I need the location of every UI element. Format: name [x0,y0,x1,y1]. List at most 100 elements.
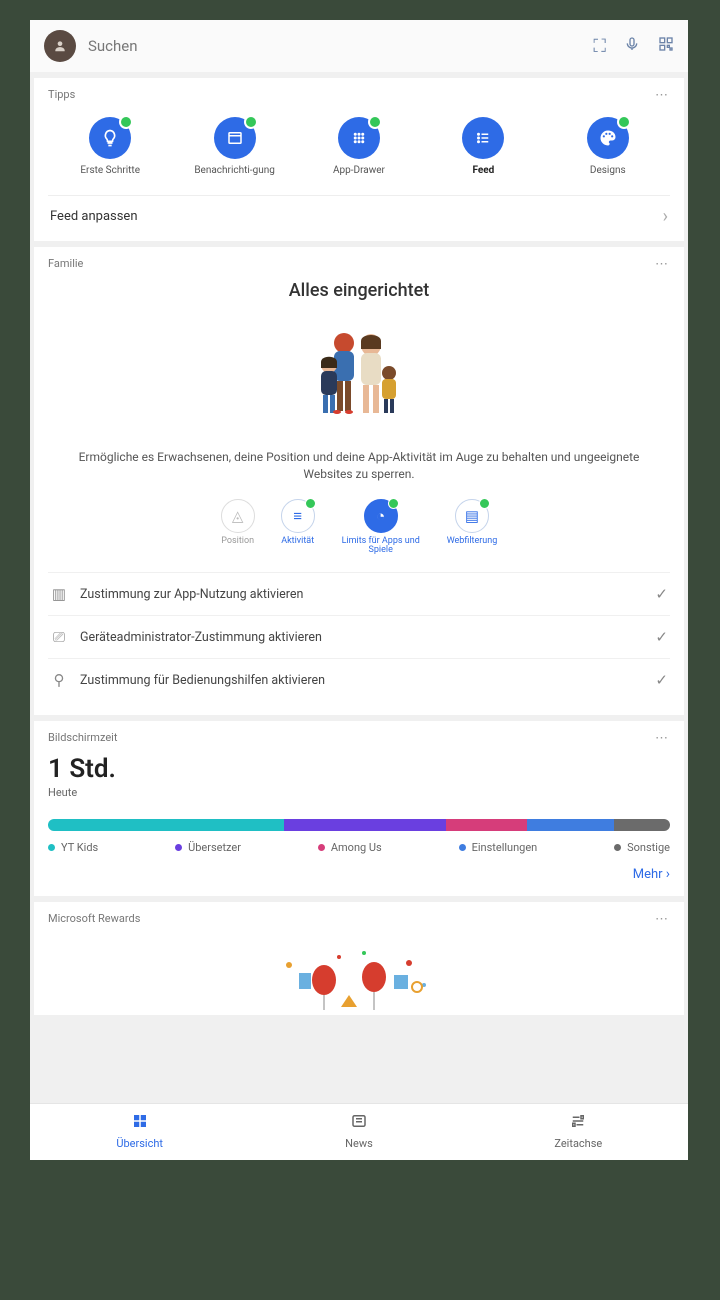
family-feature-item[interactable]: ◔ Limits für Apps und Spiele [341,499,421,557]
check-badge-icon [617,115,631,129]
grid-icon [338,117,380,159]
nav-icon [569,1112,587,1135]
check-badge-icon [479,498,490,509]
consent-row[interactable]: ⎚ Geräteadministrator-Zustimmung aktivie… [48,615,670,658]
family-feature-label: Webfilterung [447,537,498,547]
bulb-icon [89,117,131,159]
mic-icon[interactable] [624,36,640,57]
rewards-illustration [48,935,670,1015]
check-icon: ✓ [655,671,668,689]
legend-dot-icon [175,844,182,851]
list-icon [462,117,504,159]
bottom-nav: Übersicht News Zeitachse [30,1103,688,1160]
bar-segment [48,819,284,831]
card-menu-icon[interactable]: ⋯ [655,912,670,927]
family-feature-item[interactable]: ◬ Position [221,499,255,557]
nav-icon [350,1112,368,1135]
rewards-card: Microsoft Rewards ⋯ [34,902,684,1015]
bar-segment [284,819,446,831]
tip-label: Benachrichti-gung [194,165,275,177]
tip-label: Erste Schritte [80,165,140,177]
consent-row[interactable]: ⚲ Zustimmung für Bedienungshilfen aktivi… [48,658,670,701]
legend-label: Among Us [331,841,382,854]
tip-label: Feed [472,165,494,177]
person-icon [53,39,67,53]
consent-label: Zustimmung zur App-Nutzung aktivieren [80,587,303,602]
tip-item[interactable]: App-Drawer [297,117,421,177]
scan-icon[interactable]: ⛶ [593,36,606,57]
search-input[interactable]: Suchen [88,37,581,55]
family-feature-item[interactable]: ▤ Webfilterung [447,499,498,557]
tip-label: App-Drawer [333,165,385,177]
screentime-card: Bildschirmzeit ⋯ 1 Std. Heute YT Kids Übe… [34,721,684,896]
avatar[interactable] [44,30,76,62]
bar-segment [446,819,527,831]
nav-icon [131,1112,149,1135]
bar-segment [527,819,614,831]
check-icon: ✓ [655,628,668,646]
consent-icon: ⚲ [50,671,68,689]
tip-label: Designs [590,165,626,177]
consent-label: Zustimmung für Bedienungshilfen aktivier… [80,673,325,688]
check-badge-icon [244,115,258,129]
chevron-right-icon: › [663,206,668,227]
legend-dot-icon [48,844,55,851]
legend-item: Einstellungen [459,841,538,854]
screentime-bar [48,819,670,831]
family-feature-label: Position [221,537,254,547]
family-feature-label: Aktivität [281,537,314,547]
tip-item[interactable]: Feed [421,117,545,177]
check-icon: ✓ [655,585,668,603]
family-feature-icon: ≡ [281,499,315,533]
card-menu-icon[interactable]: ⋯ [655,257,670,272]
family-illustration [48,315,670,435]
nav-item-zeitachse[interactable]: Zeitachse [469,1104,688,1160]
family-feature-icon: ◔ [364,499,398,533]
consent-icon: ▥ [50,585,68,603]
legend-dot-icon [318,844,325,851]
nav-label: Übersicht [116,1137,163,1150]
card-menu-icon[interactable]: ⋯ [655,88,670,103]
nav-label: News [345,1137,373,1150]
nav-label: Zeitachse [554,1137,602,1150]
palette-icon [587,117,629,159]
screentime-sublabel: Heute [48,786,670,799]
legend-item: Among Us [318,841,382,854]
bar-segment [614,819,670,831]
card-menu-icon[interactable]: ⋯ [655,731,670,746]
legend-item: Übersetzer [175,841,241,854]
family-feature-icon: ▤ [455,499,489,533]
family-feature-label: Limits für Apps und Spiele [341,537,421,557]
legend-item: Sonstige [614,841,670,854]
chevron-right-icon: › [666,866,670,882]
tip-item[interactable]: Erste Schritte [48,117,172,177]
family-card: Familie ⋯ Alles eingerichtet [34,247,684,715]
legend-dot-icon [614,844,621,851]
card-title: Bildschirmzeit [48,731,670,744]
tips-card: Tipps ⋯ Erste Schritte Benachrichti-gung… [34,78,684,241]
screentime-more-link[interactable]: Mehr › [48,866,670,882]
consent-row[interactable]: ▥ Zustimmung zur App-Nutzung aktivieren … [48,572,670,615]
consent-label: Geräteadministrator-Zustimmung aktiviere… [80,630,322,645]
legend-label: Einstellungen [472,841,538,854]
nav-item-news[interactable]: News [249,1104,468,1160]
family-feature-icon: ◬ [221,499,255,533]
feed-customize-row[interactable]: Feed anpassen › [48,195,670,227]
consent-icon: ⎚ [50,628,68,646]
card-title: Familie [48,257,670,270]
family-feature-item[interactable]: ≡ Aktivität [281,499,315,557]
legend-dot-icon [459,844,466,851]
qr-icon[interactable] [658,36,674,57]
legend-item: YT Kids [48,841,98,854]
tip-item[interactable]: Designs [546,117,670,177]
screentime-value: 1 Std. [48,754,670,784]
search-bar: Suchen ⛶ [30,20,688,72]
card-title: Tipps [48,88,670,101]
window-icon [214,117,256,159]
tip-item[interactable]: Benachrichti-gung [172,117,296,177]
legend-label: YT Kids [61,841,98,854]
nav-item-übersicht[interactable]: Übersicht [30,1104,249,1160]
check-badge-icon [305,498,316,509]
card-title: Microsoft Rewards [48,912,670,925]
check-badge-icon [388,498,399,509]
